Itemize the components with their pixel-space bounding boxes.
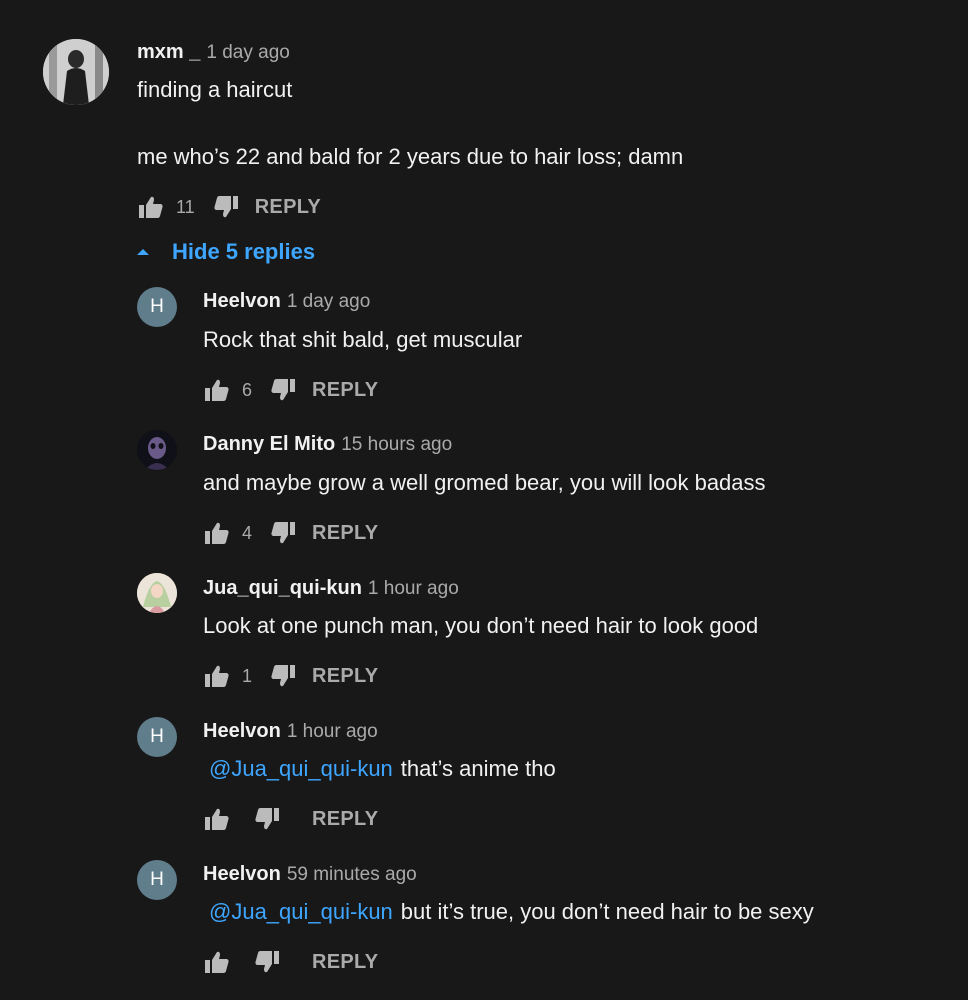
like-count: 4 <box>242 522 253 543</box>
reply-header: Danny El Mito 15 hours ago <box>203 433 452 456</box>
comment-time[interactable]: 1 day ago <box>206 42 289 63</box>
thumbs-up-icon <box>139 196 163 218</box>
reply-actions: REPLY <box>202 804 378 834</box>
thumbs-down-icon <box>271 522 296 544</box>
reply-text: @Jua_qui_qui-kun that’s anime tho <box>203 756 556 782</box>
user-photo-icon <box>137 573 177 613</box>
reply-time[interactable]: 15 hours ago <box>341 434 452 455</box>
thumbs-up-icon <box>205 522 229 544</box>
comment-actions: 11 REPLY <box>136 192 321 222</box>
caret-up-icon <box>137 249 149 255</box>
dislike-button[interactable] <box>252 947 282 977</box>
thumbs-up-icon <box>205 379 229 401</box>
reply-author[interactable]: Heelvon <box>203 863 281 885</box>
user-photo-icon <box>43 39 109 105</box>
thumbs-down-icon <box>271 665 296 687</box>
reply-actions: 4 REPLY <box>202 518 378 548</box>
comment-author[interactable]: mxm _ <box>137 41 200 63</box>
reply-text: and maybe grow a well gromed bear, you w… <box>203 470 766 495</box>
hide-replies-button[interactable]: Hide 5 replies <box>136 239 315 265</box>
dislike-button[interactable] <box>268 518 298 548</box>
reply-button[interactable]: REPLY <box>312 379 378 402</box>
reply-author[interactable]: Heelvon <box>203 290 281 312</box>
avatar[interactable]: H <box>137 287 177 327</box>
hide-replies-label: Hide 5 replies <box>172 239 316 264</box>
like-button[interactable] <box>202 375 232 405</box>
reply-text-body: but it’s true, you don’t need hair to be… <box>400 899 814 924</box>
reply-button[interactable]: REPLY <box>255 196 321 219</box>
avatar[interactable] <box>137 430 177 470</box>
comment-text-line-1: finding a haircut <box>137 77 293 102</box>
thumbs-up-icon <box>205 665 229 687</box>
reply-time[interactable]: 1 hour ago <box>287 721 378 742</box>
dislike-button[interactable] <box>268 375 298 405</box>
like-count: 6 <box>242 379 253 400</box>
reply-author[interactable]: Jua_qui_qui-kun <box>203 577 362 599</box>
thumbs-down-icon <box>255 951 279 973</box>
reply-text: Rock that shit bald, get muscular <box>203 327 523 352</box>
thumbs-down-icon <box>271 379 296 401</box>
like-button[interactable] <box>202 947 232 977</box>
reply-text-body: that’s anime tho <box>400 756 556 781</box>
reply-author[interactable]: Danny El Mito <box>203 433 335 455</box>
thumbs-up-icon <box>205 808 229 830</box>
like-button[interactable] <box>202 804 232 834</box>
avatar[interactable] <box>137 573 177 613</box>
reply-author[interactable]: Heelvon <box>203 720 281 742</box>
mention-link[interactable]: @Jua_qui_qui-kun <box>209 756 393 781</box>
avatar[interactable]: H <box>137 860 177 900</box>
like-count: 11 <box>176 196 195 217</box>
reply-header: Jua_qui_qui-kun 1 hour ago <box>203 577 459 600</box>
reply-button[interactable]: REPLY <box>312 808 378 831</box>
thumbs-down-icon <box>214 196 238 218</box>
user-photo-icon <box>137 430 177 470</box>
reply-text: Look at one punch man, you don’t need ha… <box>203 613 759 638</box>
mention-link[interactable]: @Jua_qui_qui-kun <box>209 899 393 924</box>
reply-button[interactable]: REPLY <box>312 522 378 545</box>
reply-button[interactable]: REPLY <box>312 951 378 974</box>
like-button[interactable] <box>202 518 232 548</box>
thumbs-up-icon <box>205 951 229 973</box>
reply-header: Heelvon 59 minutes ago <box>203 863 417 886</box>
reply-actions: REPLY <box>202 947 378 977</box>
thumbs-down-icon <box>255 808 279 830</box>
like-count: 1 <box>242 665 253 686</box>
like-button[interactable] <box>136 192 166 222</box>
reply-time[interactable]: 1 hour ago <box>368 578 459 599</box>
reply-button[interactable]: REPLY <box>312 665 378 688</box>
reply-text: @Jua_qui_qui-kun but it’s true, you don’t… <box>203 899 814 925</box>
avatar[interactable] <box>43 39 109 105</box>
reply-actions: 1 REPLY <box>202 661 378 691</box>
like-button[interactable] <box>202 661 232 691</box>
dislike-button[interactable] <box>252 804 282 834</box>
reply-header: Heelvon 1 hour ago <box>203 720 378 743</box>
comment-header: mxm _ 1 day ago <box>137 41 290 64</box>
avatar[interactable]: H <box>137 717 177 757</box>
reply-time[interactable]: 59 minutes ago <box>287 864 417 885</box>
reply-header: Heelvon 1 day ago <box>203 290 370 313</box>
reply-actions: 6 REPLY <box>202 375 378 405</box>
dislike-button[interactable] <box>268 661 298 691</box>
reply-time[interactable]: 1 day ago <box>287 291 370 312</box>
comment-text-line-2: me who’s 22 and bald for 2 years due to … <box>137 144 684 169</box>
dislike-button[interactable] <box>211 192 241 222</box>
